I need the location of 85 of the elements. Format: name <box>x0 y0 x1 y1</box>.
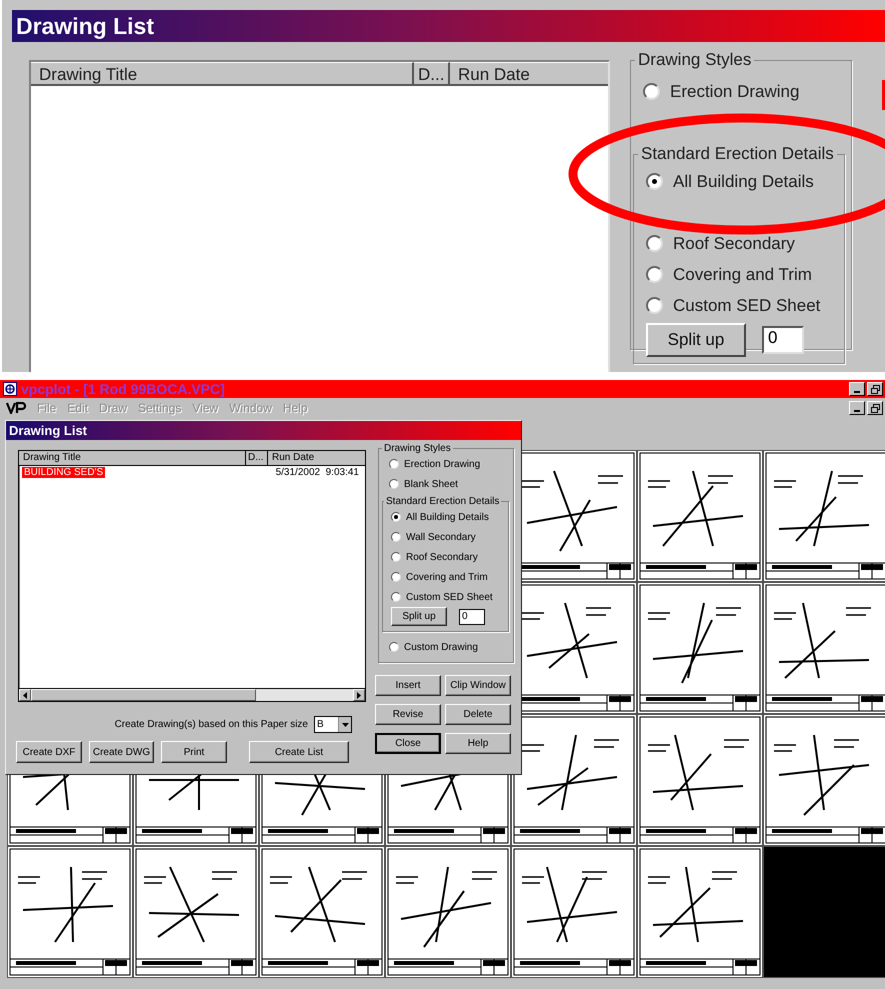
radio-label: Custom Drawing <box>404 642 478 652</box>
column-header[interactable]: Drawing Title <box>19 451 246 465</box>
dialog-title-bar: Drawing List <box>12 10 885 42</box>
column-header[interactable]: D... <box>246 451 268 465</box>
paper-size-dropdown[interactable]: B <box>314 716 352 733</box>
split-up-button[interactable]: Split up <box>391 607 447 626</box>
drawing-thumbnail[interactable] <box>512 715 636 845</box>
minimize-button[interactable] <box>849 382 865 396</box>
dialog-button[interactable]: Help <box>445 733 511 754</box>
scroll-right-icon[interactable] <box>353 689 365 701</box>
group-title: Standard Erection Details <box>640 144 835 164</box>
column-header[interactable]: Run Date <box>450 62 608 86</box>
drawing-list[interactable]: Drawing Title D... Run Date <box>29 60 610 372</box>
radio-label: All Building Details <box>406 512 489 522</box>
radio-label: Wall Secondary <box>406 532 476 542</box>
scroll-thumb[interactable] <box>31 689 256 701</box>
drawing-title-cell[interactable]: BUILDING SED'S <box>22 467 106 478</box>
radio-button[interactable] <box>391 532 401 542</box>
column-header[interactable]: D... <box>414 62 450 86</box>
minimize-button[interactable] <box>849 401 865 415</box>
drawing-thumbnail[interactable] <box>638 583 762 713</box>
split-count-field[interactable]: 0 <box>762 326 804 354</box>
radio-label: Roof Secondary <box>673 234 795 254</box>
drawing-thumbnail[interactable] <box>512 847 636 977</box>
dialog-title-bar: Drawing List <box>6 421 521 440</box>
drawing-thumbnail[interactable] <box>764 583 885 713</box>
radio-label: All Building Details <box>673 172 814 192</box>
column-header[interactable]: Drawing Title <box>31 62 414 86</box>
split-count-field[interactable]: 0 <box>459 608 485 624</box>
radio-button[interactable] <box>646 173 663 190</box>
radio-label: Custom SED Sheet <box>673 296 820 316</box>
dialog-button[interactable]: Print <box>161 741 227 763</box>
radio-button[interactable] <box>391 572 401 582</box>
dialog-button[interactable]: Delete <box>445 704 511 725</box>
run-date-cell: 5/31/2002 9:03:41 <box>276 467 359 478</box>
radio-button[interactable] <box>389 642 399 652</box>
radio-button[interactable] <box>391 512 401 522</box>
drawing-thumbnail[interactable] <box>764 451 885 581</box>
radio-label: Roof Secondary <box>406 552 478 562</box>
restore-button[interactable] <box>867 401 883 415</box>
radio-button[interactable] <box>389 459 399 469</box>
dialog-button[interactable]: Insert <box>375 675 441 696</box>
drawing-thumbnail[interactable] <box>764 715 885 845</box>
dialog-button[interactable]: Create List <box>249 741 349 763</box>
drawing-list[interactable]: Drawing Title D... Run Date BUILDING SED'S 5/31/2002 9:03:41 <box>18 450 366 702</box>
radio-button[interactable] <box>643 83 660 100</box>
drawing-thumbnail[interactable] <box>638 451 762 581</box>
dialog-button[interactable]: Create DWG <box>89 741 154 763</box>
drawing-thumbnail[interactable] <box>134 847 258 977</box>
dialog-button[interactable]: Close <box>375 733 441 754</box>
radio-button[interactable] <box>391 552 401 562</box>
restore-icon <box>870 384 880 394</box>
group-title: Standard Erection Details <box>385 496 500 507</box>
column-header[interactable]: Run Date <box>268 451 365 465</box>
split-up-button[interactable]: Split up <box>646 323 746 357</box>
app-icon <box>3 382 17 396</box>
drawing-thumbnail[interactable] <box>386 847 510 977</box>
radio-button[interactable] <box>646 266 663 283</box>
radio-button[interactable] <box>389 479 399 489</box>
group-title: Drawing Styles <box>383 443 452 454</box>
radio-button[interactable] <box>646 235 663 252</box>
group-title: Drawing Styles <box>637 50 752 70</box>
radio-label: Erection Drawing <box>670 82 800 102</box>
dialog-button[interactable]: Create DXF <box>16 741 82 763</box>
horizontal-scrollbar[interactable] <box>19 688 365 701</box>
drawing-thumbnail[interactable] <box>638 847 762 977</box>
radio-button[interactable] <box>646 297 663 314</box>
app-logo-icon[interactable] <box>6 402 26 414</box>
radio-label: Custom SED Sheet <box>406 592 493 602</box>
drawing-thumbnail[interactable] <box>260 847 384 977</box>
dialog-button[interactable]: Clip Window <box>445 675 511 696</box>
radio-label: Covering and Trim <box>673 264 812 284</box>
radio-button[interactable] <box>391 592 401 602</box>
radio-label: Erection Drawing <box>404 458 480 470</box>
dropdown-arrow-icon <box>342 722 348 726</box>
drawing-thumbnail[interactable] <box>8 847 132 977</box>
dialog-button[interactable]: Revise <box>375 704 441 725</box>
scroll-left-icon[interactable] <box>19 689 31 701</box>
paper-size-label: Create Drawing(s) based on this Paper size <box>114 719 308 730</box>
radio-label: Covering and Trim <box>406 572 488 582</box>
restore-button[interactable] <box>867 382 883 396</box>
drawing-thumbnail[interactable] <box>638 715 762 845</box>
radio-label: Blank Sheet <box>404 478 458 490</box>
window-title: vpcplot - [1 Rod 99BOCA.VPC] <box>21 381 225 397</box>
restore-icon <box>870 404 880 412</box>
